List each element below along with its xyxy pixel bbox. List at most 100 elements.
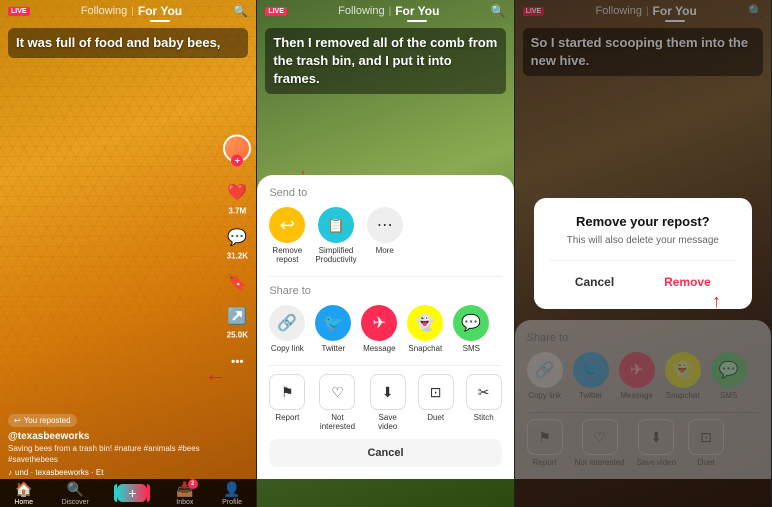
heart-btn-1[interactable]: ❤️ 3.7M [225, 180, 249, 215]
stitch-btn-2[interactable]: ✂ Stitch [466, 374, 502, 431]
profile-icon-1: 👤 [223, 481, 240, 498]
top-nav-1: LIVE Following | For You 🔍 [0, 0, 256, 22]
twitter-icon-2: 🐦 [315, 305, 351, 341]
nav-home-1[interactable]: 🏠 Home [14, 481, 33, 506]
nav-inbox-1[interactable]: 📥 2 Inbox [176, 481, 193, 506]
inbox-badge-1: 2 [188, 479, 198, 489]
repost-icon-1: ↩ [14, 416, 21, 425]
modal-buttons-3: Cancel Remove [550, 260, 736, 293]
simplified-productivity-icon: 📋 [318, 207, 354, 243]
search-icon-1[interactable]: 🔍 [233, 4, 248, 18]
nav-foryou-1[interactable]: For You [138, 4, 182, 18]
twitter-btn-2[interactable]: 🐦 Twitter [315, 305, 351, 353]
comment-btn-1[interactable]: 💬 31.2K [225, 225, 249, 260]
modal-remove-btn-3[interactable]: Remove [648, 271, 727, 293]
remove-repost-btn[interactable]: ↩ Removerepost [269, 207, 305, 264]
remove-repost-label: Removerepost [272, 246, 302, 264]
follow-plus-1[interactable]: + [231, 154, 243, 166]
heart-count-1: 3.7M [228, 206, 246, 215]
nav-profile-1[interactable]: 👤 Profile [222, 481, 242, 506]
sms-icon-2: 💬 [453, 305, 489, 341]
search-icon-2[interactable]: 🔍 [491, 4, 506, 18]
copy-link-btn-2[interactable]: 🔗 Copy link [269, 305, 305, 353]
send-to-label: Send to [269, 187, 501, 199]
music-row-1: ♪ und · texasbeeworks · Et [8, 468, 211, 477]
nav-left-1: LIVE [8, 7, 30, 16]
not-interested-icon-2: ♡ [319, 374, 355, 410]
nav-foryou-2[interactable]: For You [395, 4, 439, 18]
comment-count-1: 31.2K [227, 251, 248, 260]
nav-center-1: Following | For You [81, 2, 182, 20]
more-label-2: More [376, 246, 394, 255]
sms-btn-2[interactable]: 💬 SMS [453, 305, 489, 353]
comment-icon-1: 💬 [225, 225, 249, 249]
repost-badge-1: ↩ You reposted [8, 414, 77, 427]
save-video-btn-2[interactable]: ⬇ Save video [370, 374, 406, 431]
home-icon-1: 🏠 [15, 481, 32, 498]
discover-icon-1: 🔍 [67, 481, 84, 498]
bookmark-icon-1: 🔖 [225, 270, 249, 294]
music-text-1: und · texasbeeworks · Et [15, 468, 103, 477]
discover-label-1: Discover [62, 499, 89, 506]
profile-label-1: Profile [222, 499, 242, 506]
inbox-icon-1: 📥 2 [176, 481, 193, 498]
more-icon-2: ⋯ [367, 207, 403, 243]
home-label-1: Home [14, 499, 33, 506]
nav-following-1[interactable]: Following [81, 5, 127, 17]
arrow-3: ↑ [712, 292, 721, 312]
duet-icon-2: ⊡ [418, 374, 454, 410]
repost-label-1: You reposted [24, 416, 71, 425]
share-to-label-2: Share to [269, 285, 501, 297]
caption-box-1: It was full of food and baby bees, [8, 28, 248, 58]
avatar-wrap-1: + [223, 134, 251, 162]
caption-text-1: It was full of food and baby bees, [16, 35, 220, 50]
cancel-btn-2[interactable]: Cancel [269, 439, 501, 467]
modal-cancel-btn-3[interactable]: Cancel [559, 271, 630, 293]
nav-underline-1 [150, 20, 170, 22]
nav-following-2[interactable]: Following [338, 5, 384, 17]
nav-underline-2 [407, 20, 427, 22]
panel-3: LIVE Following | For You 🔍 So I started … [515, 0, 772, 507]
top-nav-2: LIVE Following | For You 🔍 [257, 0, 513, 22]
share-to-row-2: 🔗 Copy link 🐦 Twitter ✈ Message 👻 [269, 305, 501, 353]
nav-discover-1[interactable]: 🔍 Discover [62, 481, 89, 506]
username-1[interactable]: @texasbeeworks [8, 431, 211, 442]
panel-1: LIVE Following | For You 🔍 It was full o… [0, 0, 257, 507]
bookmark-btn-1[interactable]: 🔖 [225, 270, 249, 294]
more-btn-2[interactable]: ⋯ More [367, 207, 403, 264]
simplified-productivity-label: SimplifiedProductivity [315, 246, 356, 264]
share-divider-1 [269, 276, 501, 277]
not-interested-btn-2[interactable]: ♡ Not interested [317, 374, 357, 431]
arrow-1: ← [204, 363, 226, 387]
remove-repost-icon: ↩ [269, 207, 305, 243]
send-to-row: ↩ Removerepost 📋 SimplifiedProductivity … [269, 207, 501, 264]
snapchat-btn-2[interactable]: 👻 Snapchat [407, 305, 443, 353]
save-video-icon-2: ⬇ [370, 374, 406, 410]
nav-left-2: LIVE [265, 7, 287, 16]
nav-add-1[interactable]: + [117, 484, 147, 502]
heart-icon-1: ❤️ [225, 180, 249, 204]
copy-link-icon-2: 🔗 [269, 305, 305, 341]
nav-foryou-wrap-1: For You [138, 2, 182, 20]
panel-2: LIVE Following | For You 🔍 Then I remove… [257, 0, 514, 507]
share-count-1: 25.0K [227, 330, 248, 339]
report-icon-2: ⚑ [269, 374, 305, 410]
bottom-nav-1: 🏠 Home 🔍 Discover + 📥 2 Inbox 👤 Profile [0, 479, 256, 507]
inbox-label-1: Inbox [176, 499, 193, 506]
report-btn-2[interactable]: ⚑ Report [269, 374, 305, 431]
stitch-icon-2: ✂ [466, 374, 502, 410]
nav-foryou-wrap-2: For You [395, 2, 439, 20]
more-btn-1[interactable]: ••• [225, 349, 249, 373]
snapchat-icon-2: 👻 [407, 305, 443, 341]
simplified-productivity-btn[interactable]: 📋 SimplifiedProductivity [315, 207, 356, 264]
right-icons-1: + ❤️ 3.7M 💬 31.2K 🔖 ↗️ 25.0K ••• [223, 134, 251, 373]
live-badge-1: LIVE [8, 7, 30, 16]
modal-overlay-3: Remove your repost? This will also delet… [515, 0, 771, 507]
message-icon-2: ✈ [361, 305, 397, 341]
share-actions-row-2: ⚑ Report ♡ Not interested ⬇ Save video ⊡… [269, 374, 501, 431]
nav-center-2: Following | For You [338, 2, 439, 20]
duet-btn-2[interactable]: ⊡ Duet [418, 374, 454, 431]
add-icon-1: + [117, 484, 147, 502]
message-btn-2[interactable]: ✈ Message [361, 305, 397, 353]
share-btn-1[interactable]: ↗️ 25.0K [225, 304, 249, 339]
